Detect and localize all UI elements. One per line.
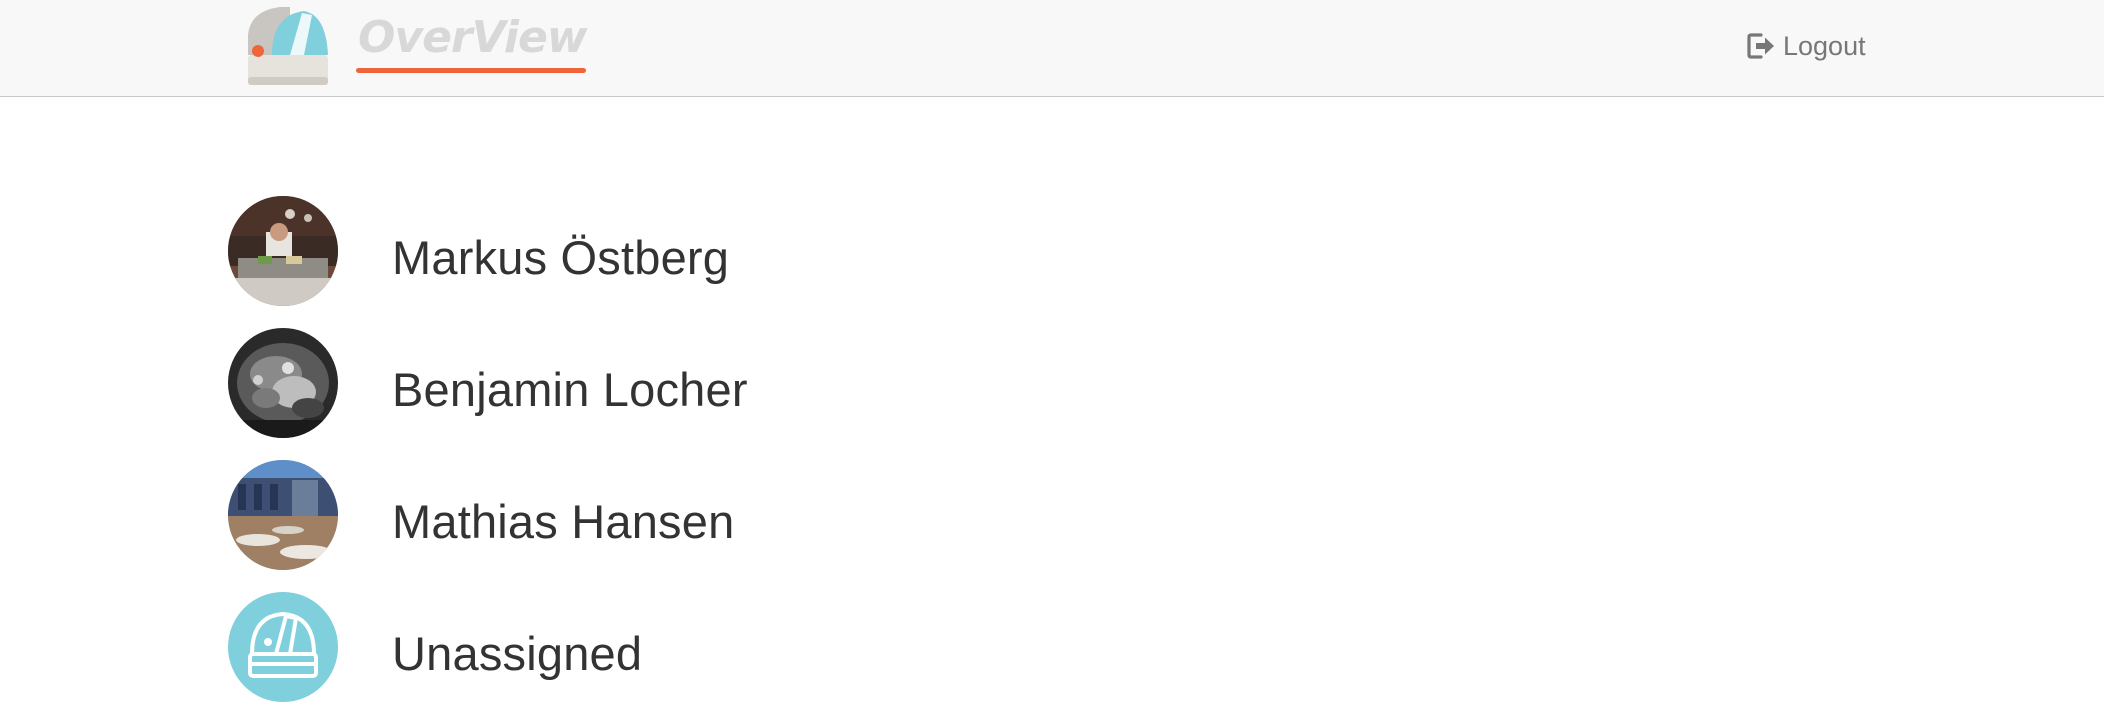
user-name: Unassigned — [392, 626, 643, 680]
brand-name: OverView — [358, 11, 587, 63]
user-name: Mathias Hansen — [392, 494, 735, 548]
observatory-logo-icon — [248, 7, 328, 85]
brand-home-link[interactable]: OverView — [246, 5, 587, 87]
user-item-benjamin-locher[interactable]: Benjamin Locher — [228, 328, 748, 438]
avatar — [228, 196, 338, 306]
avatar — [228, 328, 338, 438]
avatar — [228, 592, 338, 702]
avatar — [228, 460, 338, 570]
user-item-markus-ostberg[interactable]: Markus Östberg — [228, 196, 748, 306]
brand-wordmark: OverView — [356, 11, 587, 73]
avatar-photo-dog-bw — [228, 328, 338, 438]
logout-button[interactable]: Logout — [1746, 28, 1866, 64]
user-name: Benjamin Locher — [392, 362, 748, 416]
logout-label: Logout — [1783, 30, 1866, 61]
logout-icon — [1747, 33, 1774, 59]
avatar-photo-building — [228, 460, 338, 570]
user-item-mathias-hansen[interactable]: Mathias Hansen — [228, 460, 748, 570]
brand-underline — [356, 67, 587, 73]
avatar-photo-chef — [228, 196, 338, 306]
user-list: Markus Östberg Benjamin Locher Mathias H… — [228, 196, 748, 724]
top-navbar: OverView Logout — [0, 0, 2104, 97]
user-item-unassigned[interactable]: Unassigned — [228, 592, 748, 702]
user-name: Markus Östberg — [392, 230, 730, 284]
observatory-icon — [228, 592, 338, 702]
